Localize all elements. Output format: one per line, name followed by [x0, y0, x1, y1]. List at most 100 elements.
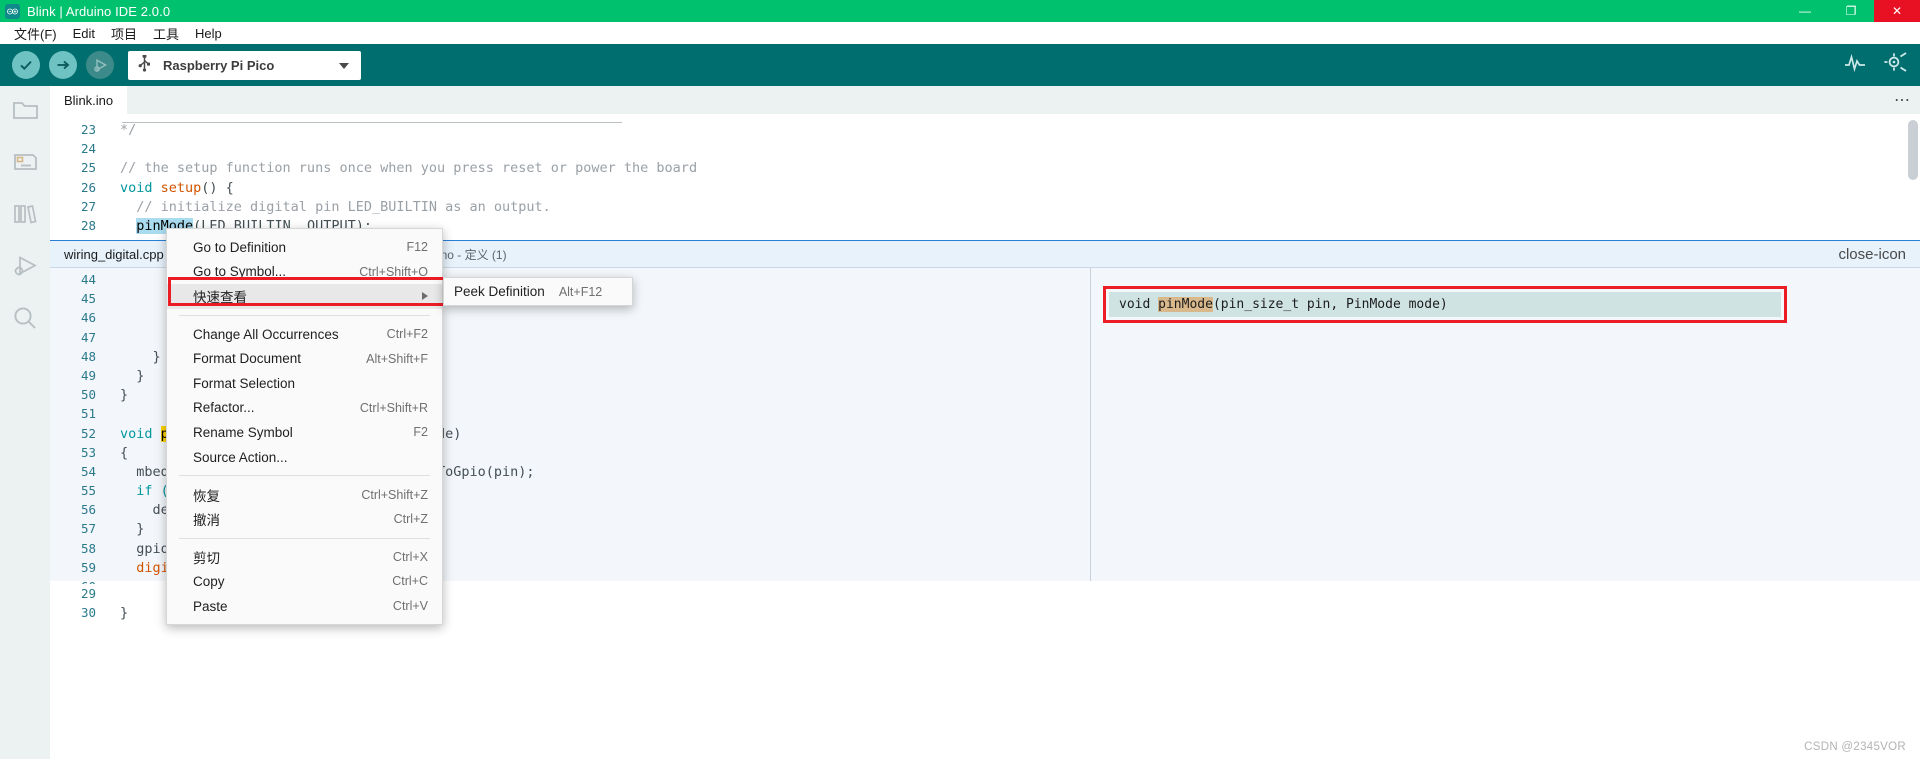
line-number: 26 — [80, 179, 96, 195]
upload-button[interactable] — [49, 51, 77, 79]
submenu-shortcut: Alt+F12 — [558, 284, 603, 299]
context-menu-item-shortcut: Ctrl+Z — [393, 512, 428, 527]
context-menu-item[interactable]: Source Action... — [167, 445, 442, 470]
context-menu-item-shortcut: Ctrl+C — [392, 574, 428, 589]
menu-help[interactable]: Help — [187, 24, 230, 43]
line-number: 50 — [80, 387, 96, 403]
menu-tools[interactable]: 工具 — [145, 22, 187, 45]
main-toolbar: Raspberry Pi Pico — [0, 44, 1920, 86]
serial-monitor-icon[interactable] — [1884, 51, 1908, 78]
debug-icon — [12, 254, 39, 283]
context-menu-item[interactable]: Paste Ctrl+V — [167, 594, 442, 619]
debug-button[interactable] — [86, 51, 114, 79]
menu-sketch[interactable]: 项目 — [103, 22, 145, 45]
line-number: 53 — [80, 444, 96, 460]
context-menu-item-label: Rename Symbol — [193, 424, 293, 440]
line-number: 24 — [80, 141, 96, 157]
code-token: // the setup function runs once when you… — [120, 160, 698, 177]
minimize-button[interactable]: — — [1782, 0, 1828, 22]
context-menu-separator — [179, 475, 430, 477]
context-menu-item-label: Refactor... — [193, 400, 255, 416]
context-menu-item[interactable]: 恢复 Ctrl+Shift+Z — [167, 482, 442, 507]
peek-result-signature: void pinMode(pin_size_t pin, PinMode mod… — [1119, 297, 1448, 312]
context-menu-item-label: Paste — [193, 598, 228, 614]
context-menu-item-shortcut: Ctrl+V — [392, 599, 428, 614]
line-number: 28 — [80, 217, 96, 233]
title-bar: Blink | Arduino IDE 2.0.0 — ❐ ✕ — [0, 0, 1920, 22]
sidebar-item-debug[interactable] — [0, 242, 50, 294]
menu-edit[interactable]: Edit — [65, 24, 103, 43]
peek-result-symbol: pinMode — [1158, 297, 1213, 312]
line-text: void setup() { — [120, 180, 234, 196]
line-number: 45 — [80, 291, 96, 307]
context-menu-item[interactable]: Rename Symbol F2 — [167, 420, 442, 445]
peek-file-name: wiring_digital.cpp — [64, 246, 164, 262]
vertical-scrollbar[interactable] — [1908, 120, 1918, 180]
window-title: Blink | Arduino IDE 2.0.0 — [27, 3, 171, 19]
line-text: */ — [120, 122, 136, 138]
code-lines-top: 23 */ 24 25 // the setup function runs once … — [50, 114, 1920, 235]
boards-manager-icon — [12, 150, 38, 179]
peek-submenu[interactable]: Peek Definition Alt+F12 — [443, 277, 633, 306]
peek-result-item[interactable]: void pinMode(pin_size_t pin, PinMode mod… — [1109, 292, 1781, 317]
arduino-logo-icon — [5, 3, 20, 19]
line-text: } — [120, 349, 161, 365]
code-line: 24 — [50, 139, 1920, 158]
tab-blink-ino[interactable]: Blink.ino — [50, 86, 128, 114]
debug-play-icon — [92, 57, 109, 74]
context-menu-item[interactable]: Copy Ctrl+C — [167, 569, 442, 594]
line-number: 23 — [80, 122, 96, 137]
close-button[interactable]: ✕ — [1874, 0, 1920, 22]
context-menu-item-label: Format Document — [193, 351, 302, 367]
verify-button[interactable] — [12, 51, 40, 79]
line-text: } — [120, 605, 128, 621]
line-number: 59 — [80, 559, 96, 575]
context-menu-item-shortcut: Alt+Shift+F — [366, 351, 428, 366]
window-controls: — ❐ ✕ — [1782, 0, 1920, 22]
line-text: } — [120, 368, 144, 384]
editor-more-actions[interactable]: ⋯ — [1894, 86, 1910, 114]
context-menu-item[interactable]: 撤消 Ctrl+Z — [167, 507, 442, 532]
peek-result-prefix: void — [1119, 297, 1159, 312]
line-number: 47 — [80, 329, 96, 345]
context-menu-item[interactable]: Go to Symbol... Ctrl+Shift+O — [167, 260, 442, 285]
maximize-button[interactable]: ❐ — [1828, 0, 1874, 22]
line-number: 25 — [80, 160, 96, 176]
line-number: 51 — [80, 406, 96, 422]
sidebar-item-sketchbook[interactable] — [0, 86, 50, 138]
sidebar-item-search[interactable] — [0, 294, 50, 346]
context-menu-item[interactable]: Format Selection — [167, 371, 442, 396]
serial-plotter-icon[interactable] — [1844, 51, 1866, 78]
peek-results-list: void pinMode(pin_size_t pin, PinMode mod… — [1090, 268, 1920, 581]
context-menu-item[interactable]: Change All Occurrences Ctrl+F2 — [167, 322, 442, 347]
context-menu-item-shortcut: Ctrl+X — [392, 549, 428, 564]
line-text: { — [120, 445, 128, 461]
library-manager-icon — [12, 202, 38, 231]
line-number: 46 — [80, 310, 96, 326]
line-number: 57 — [80, 521, 96, 537]
code-line: 25 // the setup function runs once when y… — [50, 158, 1920, 177]
chevron-down-icon[interactable] — [339, 62, 349, 69]
line-number: 29 — [80, 586, 96, 601]
menu-file[interactable]: 文件(F) — [6, 22, 65, 45]
context-menu-item-label: Copy — [193, 573, 225, 589]
context-menu-item[interactable]: Format Document Alt+Shift+F — [167, 346, 442, 371]
code-token: } — [120, 348, 161, 365]
line-number: 27 — [80, 198, 96, 214]
code-token: } — [120, 367, 145, 384]
context-menu-item[interactable]: 快速查看 — [167, 284, 442, 309]
context-menu-item[interactable]: Go to Definition F12 — [167, 235, 442, 260]
code-token: setup — [160, 179, 202, 196]
watermark: CSDN @2345VOR — [1804, 741, 1906, 753]
close-icon[interactable]: close-icon — [1838, 246, 1906, 263]
sidebar-item-library-manager[interactable] — [0, 190, 50, 242]
line-text: de — [120, 502, 169, 518]
code-token: void — [120, 179, 161, 196]
sidebar-item-boards-manager[interactable] — [0, 138, 50, 190]
context-menu-item[interactable]: 剪切 Ctrl+X — [167, 545, 442, 570]
editor-context-menu[interactable]: Go to Definition F12 Go to Symbol... Ctrl+S… — [166, 228, 443, 626]
context-menu-item[interactable]: Refactor... Ctrl+Shift+R — [167, 396, 442, 421]
code-line: 27 // initialize digital pin LED_BUILTIN… — [50, 197, 1920, 216]
board-selector[interactable]: Raspberry Pi Pico — [128, 51, 361, 80]
